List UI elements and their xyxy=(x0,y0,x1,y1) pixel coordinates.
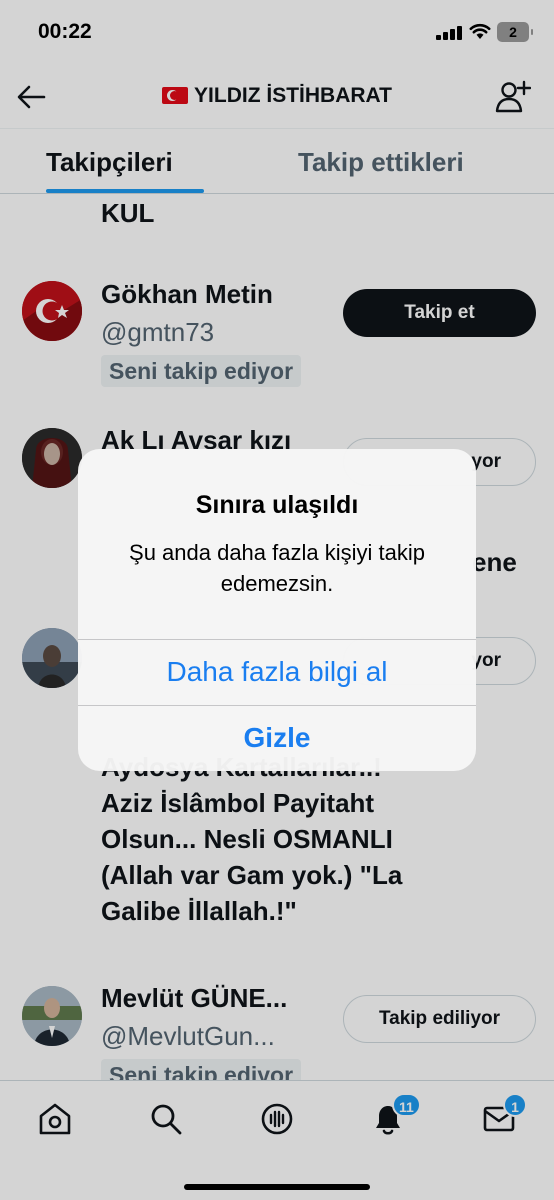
limit-reached-alert: Sınıra ulaşıldı Şu anda daha fazla kişiy… xyxy=(78,449,476,771)
alert-divider xyxy=(78,639,476,640)
alert-message: Şu anda daha fazla kişiyi takip edemezsi… xyxy=(129,540,425,596)
screen: 00:22 2 YILDIZ İSTİHBARAT Takipçileri Ta… xyxy=(0,0,554,1200)
alert-divider xyxy=(78,705,476,706)
dismiss-button[interactable]: Gizle xyxy=(78,722,476,754)
alert-title: Sınıra ulaşıldı xyxy=(195,491,359,519)
learn-more-button[interactable]: Daha fazla bilgi al xyxy=(78,656,476,688)
